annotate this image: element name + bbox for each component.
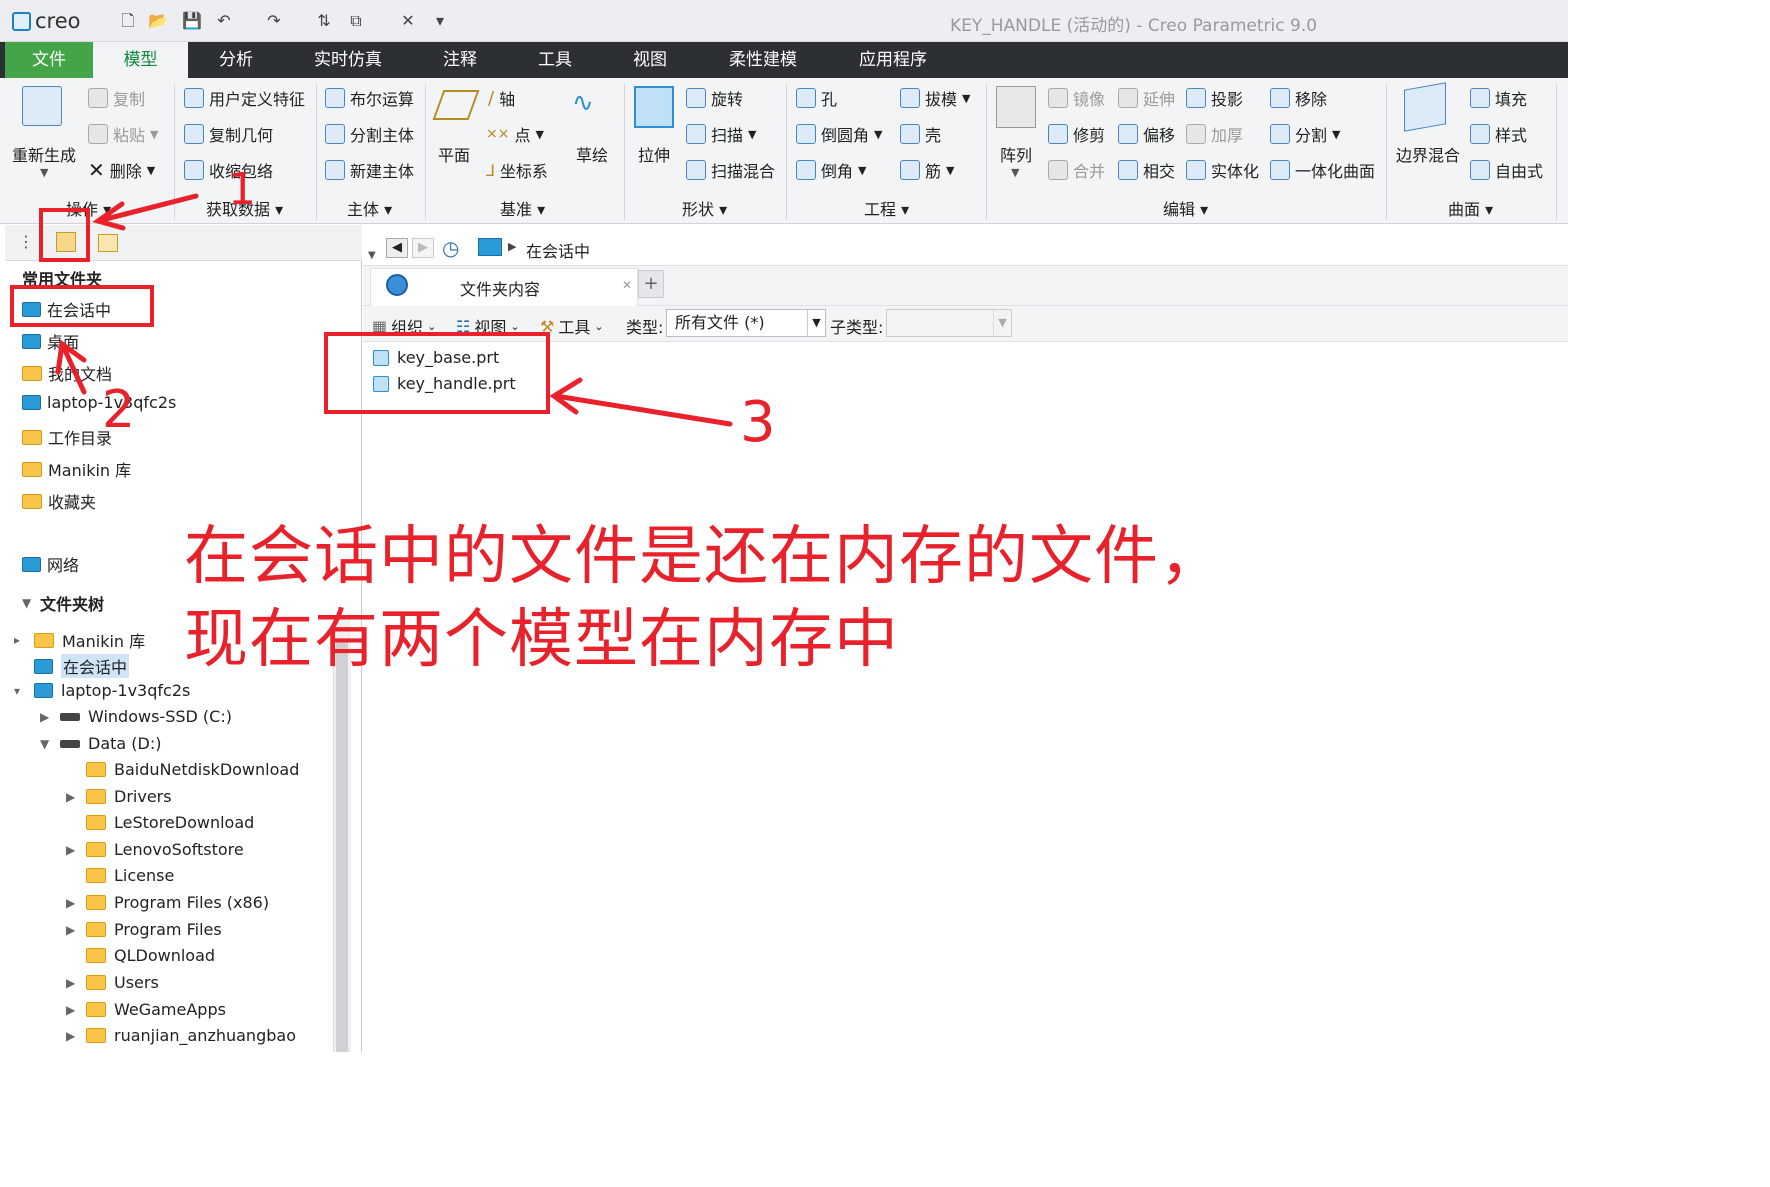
annotation-text-line2: 现在有两个模型在内存中 xyxy=(184,603,899,677)
annotation-number-2: 2 xyxy=(102,380,136,440)
annotation-text-line1: 在会话中的文件是还在内存的文件， xyxy=(184,520,1224,594)
annotation-number-1: 1 xyxy=(228,164,256,215)
annotation-number-3: 3 xyxy=(740,390,776,455)
